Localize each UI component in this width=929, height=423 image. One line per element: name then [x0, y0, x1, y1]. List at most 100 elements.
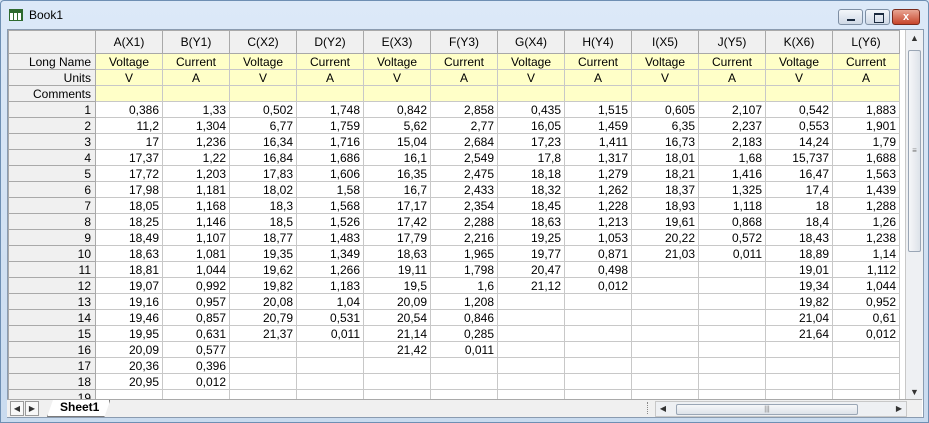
row-label[interactable]: Long Name: [8, 53, 96, 70]
data-cell[interactable]: 1,044: [162, 261, 230, 278]
row-number[interactable]: 13: [8, 293, 96, 310]
meta-cell[interactable]: Voltage: [497, 53, 565, 70]
row-number[interactable]: 8: [8, 213, 96, 230]
meta-cell[interactable]: Voltage: [229, 53, 297, 70]
meta-cell[interactable]: A: [296, 69, 364, 86]
horizontal-scroll-thumb[interactable]: |||: [676, 404, 858, 415]
data-cell[interactable]: 1,213: [564, 213, 632, 230]
data-cell[interactable]: 18,02: [229, 181, 297, 198]
scroll-up-icon[interactable]: ▲: [906, 30, 923, 46]
data-cell[interactable]: [296, 357, 364, 374]
data-cell[interactable]: 18,3: [229, 197, 297, 214]
column-header[interactable]: C(X2): [229, 30, 297, 54]
column-header[interactable]: I(X5): [631, 30, 699, 54]
data-cell[interactable]: 0,992: [162, 277, 230, 294]
data-cell[interactable]: [631, 309, 699, 326]
data-cell[interactable]: 1,568: [296, 197, 364, 214]
data-cell[interactable]: 14,24: [765, 133, 833, 150]
data-cell[interactable]: 1,208: [430, 293, 498, 310]
meta-cell[interactable]: Current: [162, 53, 230, 70]
data-cell[interactable]: 19,82: [765, 293, 833, 310]
data-cell[interactable]: 16,84: [229, 149, 297, 166]
column-header[interactable]: E(X3): [363, 30, 431, 54]
row-number[interactable]: 10: [8, 245, 96, 262]
meta-cell[interactable]: Voltage: [363, 53, 431, 70]
data-cell[interactable]: 18,37: [631, 181, 699, 198]
data-cell[interactable]: [363, 373, 431, 390]
data-cell[interactable]: 1,901: [832, 117, 900, 134]
data-cell[interactable]: 1,515: [564, 101, 632, 118]
meta-cell[interactable]: Current: [564, 53, 632, 70]
data-cell[interactable]: [631, 261, 699, 278]
meta-cell[interactable]: Current: [430, 53, 498, 70]
data-cell[interactable]: 0,531: [296, 309, 364, 326]
data-grid[interactable]: A(X1) B(Y1) C(X2) D(Y2) E(X3) F(Y3) G(X4) H(Y4)…: [8, 30, 900, 406]
data-cell[interactable]: 0,011: [430, 341, 498, 358]
data-cell[interactable]: 20,09: [363, 293, 431, 310]
data-cell[interactable]: 18,77: [229, 229, 297, 246]
data-cell[interactable]: 1,79: [832, 133, 900, 150]
row-number[interactable]: 5: [8, 165, 96, 182]
data-cell[interactable]: 2,475: [430, 165, 498, 182]
data-cell[interactable]: 18,43: [765, 229, 833, 246]
data-cell[interactable]: 2,354: [430, 197, 498, 214]
data-cell[interactable]: 0,285: [430, 325, 498, 342]
data-cell[interactable]: 0,542: [765, 101, 833, 118]
data-cell[interactable]: 18,89: [765, 245, 833, 262]
meta-cell[interactable]: Current: [832, 53, 900, 70]
data-cell[interactable]: 2,288: [430, 213, 498, 230]
data-cell[interactable]: 21,04: [765, 309, 833, 326]
data-cell[interactable]: [631, 325, 699, 342]
column-header[interactable]: G(X4): [497, 30, 565, 54]
data-cell[interactable]: 20,47: [497, 261, 565, 278]
data-cell[interactable]: 1,22: [162, 149, 230, 166]
data-cell[interactable]: 0,846: [430, 309, 498, 326]
data-cell[interactable]: 1,146: [162, 213, 230, 230]
data-cell[interactable]: 1,238: [832, 229, 900, 246]
meta-cell[interactable]: [229, 85, 297, 102]
data-cell[interactable]: 19,62: [229, 261, 297, 278]
data-cell[interactable]: [698, 341, 766, 358]
data-cell[interactable]: 1,798: [430, 261, 498, 278]
data-cell[interactable]: [698, 373, 766, 390]
tab-sheet1[interactable]: Sheet1: [47, 400, 110, 417]
data-cell[interactable]: 0,553: [765, 117, 833, 134]
data-cell[interactable]: 18,5: [229, 213, 297, 230]
data-cell[interactable]: 17,8: [497, 149, 565, 166]
scroll-left-icon[interactable]: ◀: [656, 402, 670, 416]
meta-cell[interactable]: [631, 85, 699, 102]
data-cell[interactable]: 18,05: [95, 197, 163, 214]
data-cell[interactable]: [296, 373, 364, 390]
data-cell[interactable]: [765, 341, 833, 358]
data-cell[interactable]: 1,118: [698, 197, 766, 214]
data-cell[interactable]: 1,081: [162, 245, 230, 262]
data-cell[interactable]: 1,526: [296, 213, 364, 230]
data-cell[interactable]: 0,957: [162, 293, 230, 310]
data-cell[interactable]: 19,35: [229, 245, 297, 262]
meta-cell[interactable]: A: [698, 69, 766, 86]
data-cell[interactable]: [564, 341, 632, 358]
data-cell[interactable]: 0,011: [698, 245, 766, 262]
data-cell[interactable]: [631, 277, 699, 294]
data-cell[interactable]: 1,688: [832, 149, 900, 166]
data-cell[interactable]: 18,93: [631, 197, 699, 214]
meta-cell[interactable]: [497, 85, 565, 102]
row-number[interactable]: 3: [8, 133, 96, 150]
data-cell[interactable]: 1,236: [162, 133, 230, 150]
data-cell[interactable]: 0,61: [832, 309, 900, 326]
data-cell[interactable]: [564, 357, 632, 374]
data-cell[interactable]: [564, 293, 632, 310]
data-cell[interactable]: 19,16: [95, 293, 163, 310]
data-cell[interactable]: 18,49: [95, 229, 163, 246]
data-cell[interactable]: 21,14: [363, 325, 431, 342]
data-cell[interactable]: [631, 293, 699, 310]
meta-cell[interactable]: Current: [698, 53, 766, 70]
data-cell[interactable]: 16,05: [497, 117, 565, 134]
data-cell[interactable]: 1,107: [162, 229, 230, 246]
data-cell[interactable]: 16,47: [765, 165, 833, 182]
row-label[interactable]: Comments: [8, 85, 96, 102]
data-cell[interactable]: 0,396: [162, 357, 230, 374]
data-cell[interactable]: 19,34: [765, 277, 833, 294]
row-number[interactable]: 17: [8, 357, 96, 374]
data-cell[interactable]: 1,14: [832, 245, 900, 262]
